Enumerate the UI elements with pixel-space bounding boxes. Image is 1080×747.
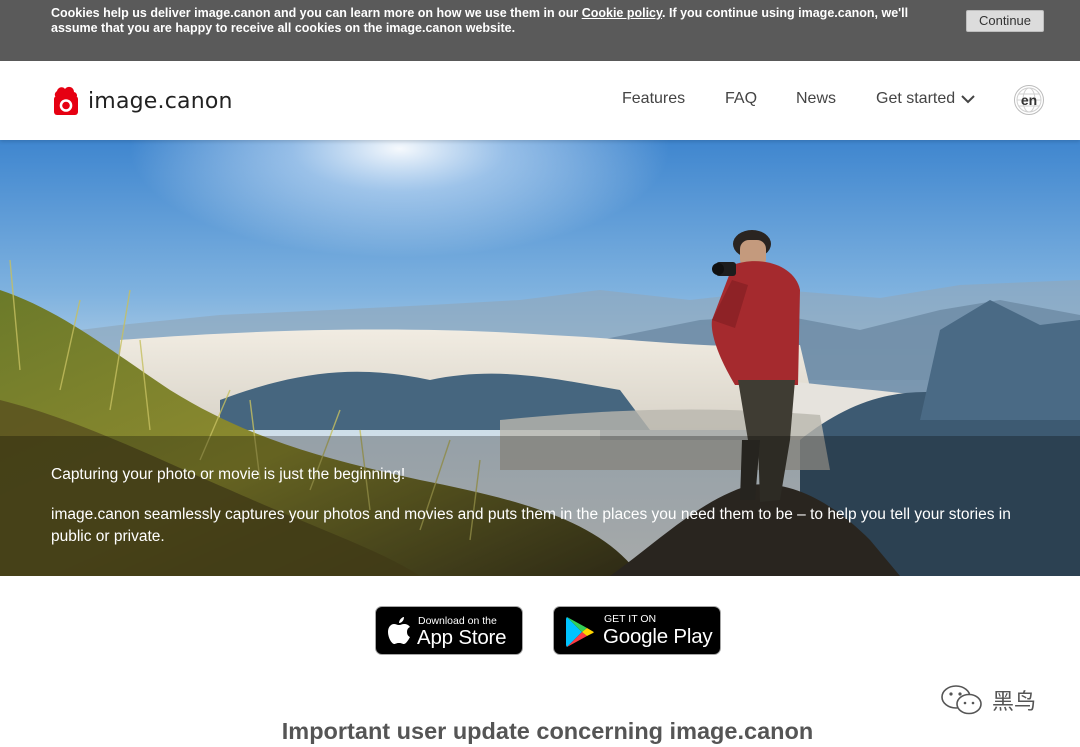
continue-button[interactable]: Continue [966, 10, 1044, 32]
watermark-text: 黑鸟 [992, 690, 1037, 715]
watermark: 黑鸟 [940, 684, 1036, 716]
nav-faq[interactable]: FAQ [725, 90, 757, 108]
hero-tagline: Capturing your photo or movie is just th… [51, 466, 406, 483]
google-play-big-text: Google Play [603, 625, 713, 648]
google-play-badge[interactable]: GET IT ON Google Play [553, 606, 721, 655]
google-play-icon [566, 617, 594, 647]
logo-text: image.canon [88, 88, 233, 114]
language-selector[interactable]: en [1014, 85, 1044, 115]
hero-description: image.canon seamlessly captures your pho… [51, 506, 1011, 545]
nav-news[interactable]: News [796, 90, 836, 108]
update-heading: Important user update concerning image.c… [281, 718, 814, 744]
language-label: en [1020, 92, 1038, 108]
nav-features[interactable]: Features [622, 90, 685, 108]
logo[interactable]: image.canon [51, 83, 233, 119]
site-header: image.canon Features FAQ News Get starte… [0, 61, 1080, 140]
cloud-camera-icon [54, 86, 78, 115]
google-play-small-text: GET IT ON [604, 613, 657, 625]
apple-icon [388, 617, 410, 644]
wechat-icon [941, 685, 982, 715]
hero-banner: Capturing your photo or movie is just th… [0, 140, 1080, 576]
nav-get-started-label: Get started [876, 90, 956, 107]
cookie-message: Cookies help us deliver image.canon and … [51, 6, 941, 36]
cookie-policy-link[interactable]: Cookie policy [582, 6, 662, 20]
nav-get-started[interactable]: Get started [876, 90, 975, 108]
app-store-badge[interactable]: Download on the App Store [375, 606, 523, 655]
app-store-big-text: App Store [417, 626, 507, 649]
cookie-banner: Cookies help us deliver image.canon and … [0, 0, 1080, 61]
chevron-down-icon [961, 95, 975, 104]
cookie-text-before: Cookies help us deliver image.canon and … [51, 6, 582, 20]
